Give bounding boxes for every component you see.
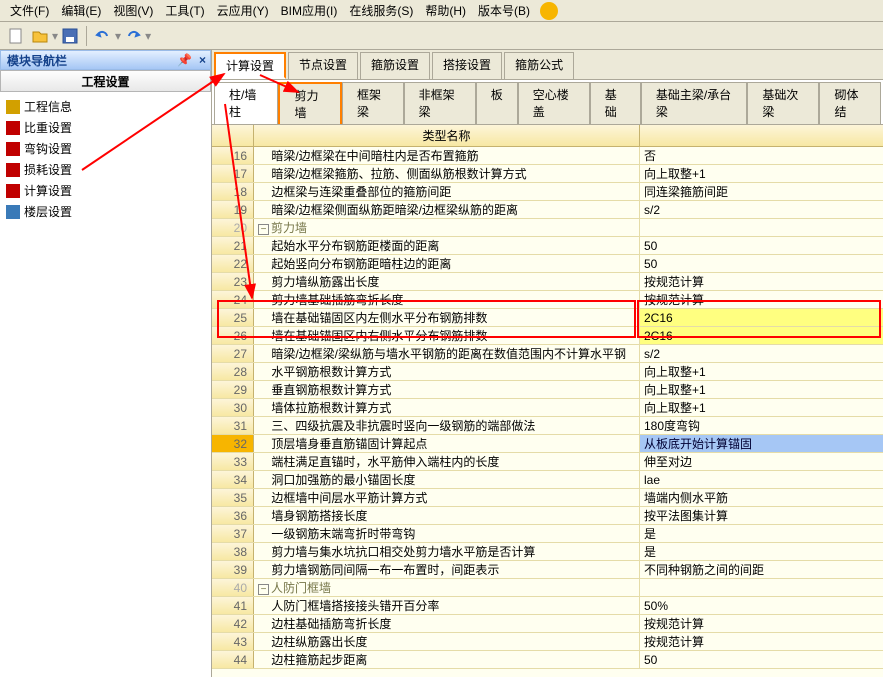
sub-tab[interactable]: 柱/墙柱 [214, 82, 278, 124]
close-icon[interactable]: × [199, 53, 206, 67]
grid-row[interactable]: 24 剪力墙基础插筋弯折长度按规范计算 [212, 291, 883, 309]
grid-row[interactable]: 27 暗梁/边框梁/梁纵筋与墙水平钢筋的距离在数值范围内不计算水平钢s/2 [212, 345, 883, 363]
grid-row[interactable]: 28 水平钢筋根数计算方式向上取整+1 [212, 363, 883, 381]
toolbar: ▾ ▾ ▾ [0, 22, 883, 50]
menu-file[interactable]: 文件(F) [4, 0, 55, 21]
sidebar-title-label: 模块导航栏 [7, 52, 67, 69]
redo-icon[interactable] [123, 26, 143, 46]
grid-row[interactable]: 34 洞口加强筋的最小锚固长度lae [212, 471, 883, 489]
sub-tab[interactable]: 非框架梁 [404, 82, 476, 124]
nav-item[interactable]: 比重设置 [2, 117, 209, 138]
menu-tool[interactable]: 工具(T) [159, 0, 210, 21]
grid-row[interactable]: 19 暗梁/边框梁侧面纵筋距暗梁/边框梁纵筋的距离s/2 [212, 201, 883, 219]
grid-row[interactable]: 32 顶层墙身垂直筋锚固计算起点从板底开始计算锚固 [212, 435, 883, 453]
grid-row[interactable]: 43 边柱纵筋露出长度按规范计算 [212, 633, 883, 651]
save-icon[interactable] [60, 26, 80, 46]
undo-icon[interactable] [93, 26, 113, 46]
grid-row[interactable]: 38 剪力墙与集水坑抗口相交处剪力墙水平筋是否计算是 [212, 543, 883, 561]
sub-tab[interactable]: 空心楼盖 [518, 82, 590, 124]
sub-tab[interactable]: 剪力墙 [278, 82, 342, 124]
grid-row[interactable]: 36 墙身钢筋搭接长度按平法图集计算 [212, 507, 883, 525]
menu-cloud[interactable]: 云应用(Y) [211, 0, 275, 21]
main-tab[interactable]: 节点设置 [288, 52, 358, 79]
tab-bar-main: 计算设置节点设置箍筋设置搭接设置箍筋公式 [212, 50, 883, 80]
new-icon[interactable] [6, 26, 26, 46]
open-icon[interactable] [30, 26, 50, 46]
sub-tab[interactable]: 基础 [590, 82, 641, 124]
grid-row[interactable]: 20−剪力墙 [212, 219, 883, 237]
main-tab[interactable]: 搭接设置 [432, 52, 502, 79]
sidebar-title: 模块导航栏 📌 × [0, 50, 211, 70]
grid-row[interactable]: 21 起始水平分布钢筋距楼面的距离50 [212, 237, 883, 255]
nav-tree: 工程信息比重设置弯钩设置损耗设置计算设置楼层设置 [0, 92, 211, 677]
sub-tab[interactable]: 基础次梁 [747, 82, 819, 124]
col-type-name: 类型名称 [254, 125, 640, 146]
sub-tab[interactable]: 砌体结 [819, 82, 881, 124]
nav-item[interactable]: 计算设置 [2, 180, 209, 201]
main-tab[interactable]: 箍筋设置 [360, 52, 430, 79]
nav-item[interactable]: 弯钩设置 [2, 138, 209, 159]
menu-edit[interactable]: 编辑(E) [55, 0, 107, 21]
menu-bar: 文件(F) 编辑(E) 视图(V) 工具(T) 云应用(Y) BIM应用(I) … [0, 0, 883, 22]
sub-tab[interactable]: 板 [476, 82, 518, 124]
nav-item[interactable]: 损耗设置 [2, 159, 209, 180]
grid-row[interactable]: 26 墙在基础锚固区内右侧水平分布钢筋排数2C16 [212, 327, 883, 345]
menu-online[interactable]: 在线服务(S) [343, 0, 419, 21]
pin-icon[interactable]: 📌 [177, 53, 192, 67]
menu-help[interactable]: 帮助(H) [419, 0, 472, 21]
main-tab[interactable]: 箍筋公式 [504, 52, 574, 79]
grid-row[interactable]: 17 暗梁/边框梁箍筋、拉筋、侧面纵筋根数计算方式向上取整+1 [212, 165, 883, 183]
grid-row[interactable]: 30 墙体拉筋根数计算方式向上取整+1 [212, 399, 883, 417]
grid-row[interactable]: 44 边柱箍筋起步距离50 [212, 651, 883, 669]
sub-tab[interactable]: 框架梁 [342, 82, 404, 124]
menu-version[interactable]: 版本号(B) [472, 0, 536, 21]
grid-row[interactable]: 18 边框梁与连梁重叠部位的箍筋间距同连梁箍筋间距 [212, 183, 883, 201]
grid-row[interactable]: 33 端柱满足直锚时，水平筋伸入端柱内的长度伸至对边 [212, 453, 883, 471]
sub-tab[interactable]: 基础主梁/承台梁 [641, 82, 748, 124]
menu-bim[interactable]: BIM应用(I) [275, 0, 344, 21]
grid-row[interactable]: 35 边框墙中间层水平筋计算方式墙端内侧水平筋 [212, 489, 883, 507]
help-icon[interactable] [540, 2, 558, 20]
grid-row[interactable]: 42 边柱基础插筋弯折长度按规范计算 [212, 615, 883, 633]
grid-row[interactable]: 40−人防门框墙 [212, 579, 883, 597]
nav-item[interactable]: 工程信息 [2, 96, 209, 117]
nav-item[interactable]: 楼层设置 [2, 201, 209, 222]
grid-row[interactable]: 25 墙在基础锚固区内左侧水平分布钢筋排数2C16 [212, 309, 883, 327]
grid-row[interactable]: 31 三、四级抗震及非抗震时竖向一级钢筋的端部做法180度弯钩 [212, 417, 883, 435]
grid-row[interactable]: 23 剪力墙纵筋露出长度按规范计算 [212, 273, 883, 291]
menu-view[interactable]: 视图(V) [107, 0, 159, 21]
sidebar-subtitle: 工程设置 [0, 70, 211, 92]
grid-row[interactable]: 29 垂直钢筋根数计算方式向上取整+1 [212, 381, 883, 399]
grid-header: 类型名称 [212, 125, 883, 147]
tab-bar-sub: 柱/墙柱剪力墙框架梁非框架梁板空心楼盖基础基础主梁/承台梁基础次梁砌体结 [212, 80, 883, 125]
sidebar: 模块导航栏 📌 × 工程设置 工程信息比重设置弯钩设置损耗设置计算设置楼层设置 [0, 50, 212, 677]
grid-row[interactable]: 22 起始竖向分布钢筋距暗柱边的距离50 [212, 255, 883, 273]
main-tab[interactable]: 计算设置 [214, 52, 286, 79]
grid-body[interactable]: 16 暗梁/边框梁在中间暗柱内是否布置箍筋否17 暗梁/边框梁箍筋、拉筋、侧面纵… [212, 147, 883, 677]
grid-row[interactable]: 39 剪力墙钢筋同间隔一布一布置时，间距表示不同种钢筋之间的间距 [212, 561, 883, 579]
grid-row[interactable]: 37 一级钢筋末端弯折时带弯钩是 [212, 525, 883, 543]
grid-row[interactable]: 16 暗梁/边框梁在中间暗柱内是否布置箍筋否 [212, 147, 883, 165]
grid-row[interactable]: 41 人防门框墙搭接接头错开百分率50% [212, 597, 883, 615]
